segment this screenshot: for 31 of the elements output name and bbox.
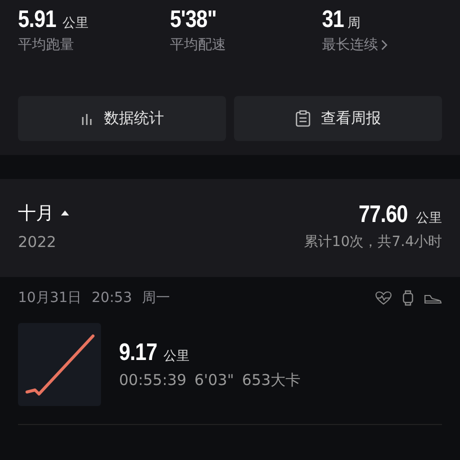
record-distance: 9.17 <box>119 339 157 367</box>
heart-rate-icon <box>375 291 392 305</box>
stat-unit: 公里 <box>62 15 89 32</box>
record-time: 20:53 <box>92 290 132 306</box>
record-calories: 653大卡 <box>242 371 301 390</box>
month-distance: 77.60 <box>359 201 408 229</box>
action-button[interactable]: 数据统计 <box>18 96 226 141</box>
month-summary: 累计10次，共7.4小时 <box>304 233 442 251</box>
caret-icon[interactable] <box>60 209 70 217</box>
route-thumbnail[interactable] <box>18 323 101 406</box>
year-label: 2022 <box>18 233 58 251</box>
stat-label: 平均配速 <box>170 36 226 54</box>
stat-value: 5.91 <box>18 6 56 34</box>
chevron-right-icon[interactable] <box>380 39 388 51</box>
bar-chart-icon <box>80 112 94 126</box>
distance-unit: 公里 <box>416 210 442 227</box>
record-weekday: 周一 <box>142 289 170 307</box>
record-pace: 6'03" <box>194 371 234 390</box>
watch-icon <box>402 290 414 306</box>
shoe-icon <box>424 292 442 304</box>
stat-label: 平均跑量 <box>18 36 74 54</box>
record-date: 10月31日 <box>18 289 82 307</box>
action-button[interactable]: 查看周报 <box>234 96 442 141</box>
stat-value: 31 <box>322 6 344 34</box>
distance-unit: 公里 <box>164 348 190 365</box>
stat-value: 5'38" <box>170 6 216 34</box>
month-title[interactable]: 十月 <box>18 201 54 225</box>
stat-unit: 周 <box>348 15 361 32</box>
record-duration: 00:55:39 <box>119 371 186 390</box>
stat-label[interactable]: 最长连续 <box>322 36 378 54</box>
clipboard-icon <box>295 110 311 127</box>
